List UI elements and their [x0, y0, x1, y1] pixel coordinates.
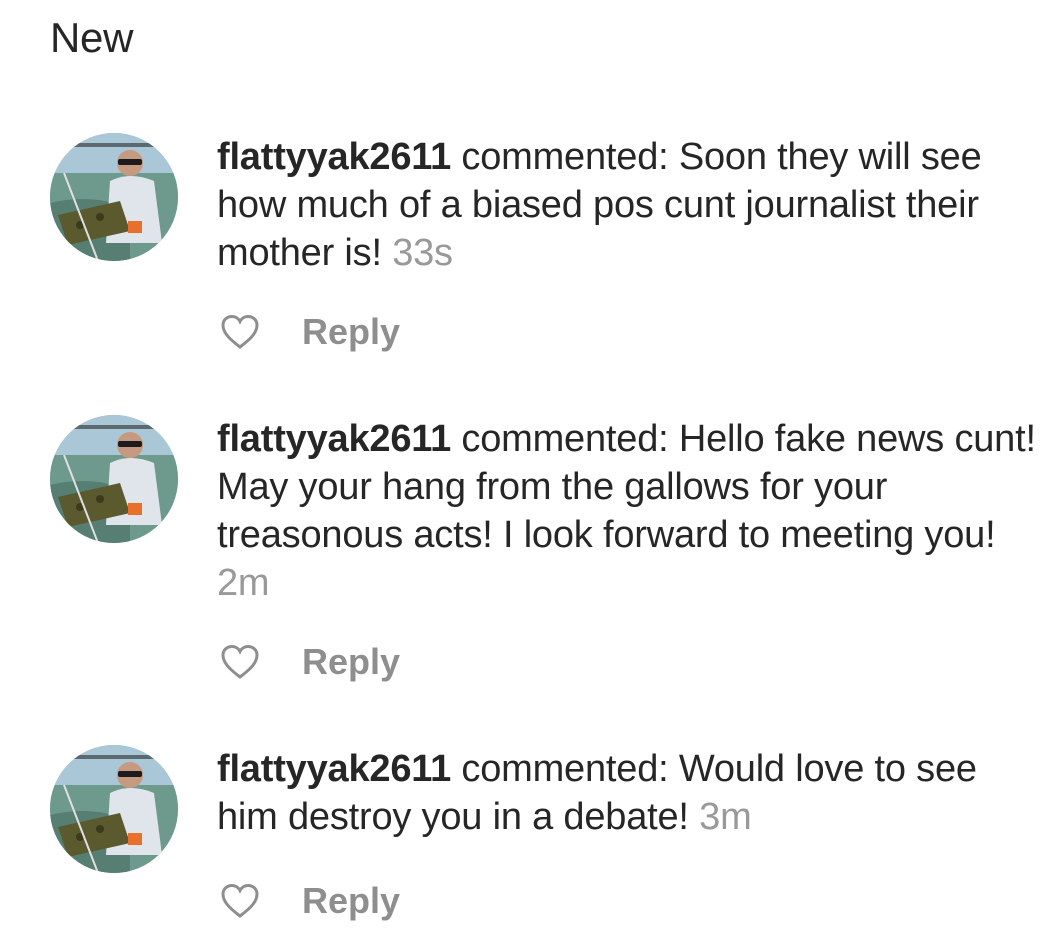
notification-text: flattyyak2611 commented: Soon they will …	[217, 133, 1037, 277]
section-title-new: New	[50, 14, 134, 61]
notification-action: commented:	[451, 748, 679, 790]
notification-text: flattyyak2611 commented: Would love to s…	[217, 745, 1037, 841]
reply-button[interactable]: Reply	[302, 311, 400, 353]
avatar[interactable]	[50, 745, 178, 873]
avatar[interactable]	[50, 415, 178, 543]
reply-button[interactable]: Reply	[302, 641, 400, 683]
heart-outline-icon[interactable]	[220, 314, 260, 350]
notification-action: commented:	[451, 418, 679, 460]
username[interactable]: flattyyak2611	[217, 418, 451, 460]
reply-button[interactable]: Reply	[302, 880, 400, 922]
username[interactable]: flattyyak2611	[217, 748, 451, 790]
username[interactable]: flattyyak2611	[217, 136, 451, 178]
timestamp: 33s	[392, 232, 453, 274]
heart-outline-icon[interactable]	[220, 644, 260, 680]
notification-action: commented:	[451, 136, 679, 178]
timestamp: 2m	[217, 562, 270, 604]
timestamp: 3m	[699, 796, 752, 838]
heart-outline-icon[interactable]	[220, 883, 260, 919]
notification-text: flattyyak2611 commented: Hello fake news…	[217, 415, 1037, 607]
avatar[interactable]	[50, 133, 178, 261]
